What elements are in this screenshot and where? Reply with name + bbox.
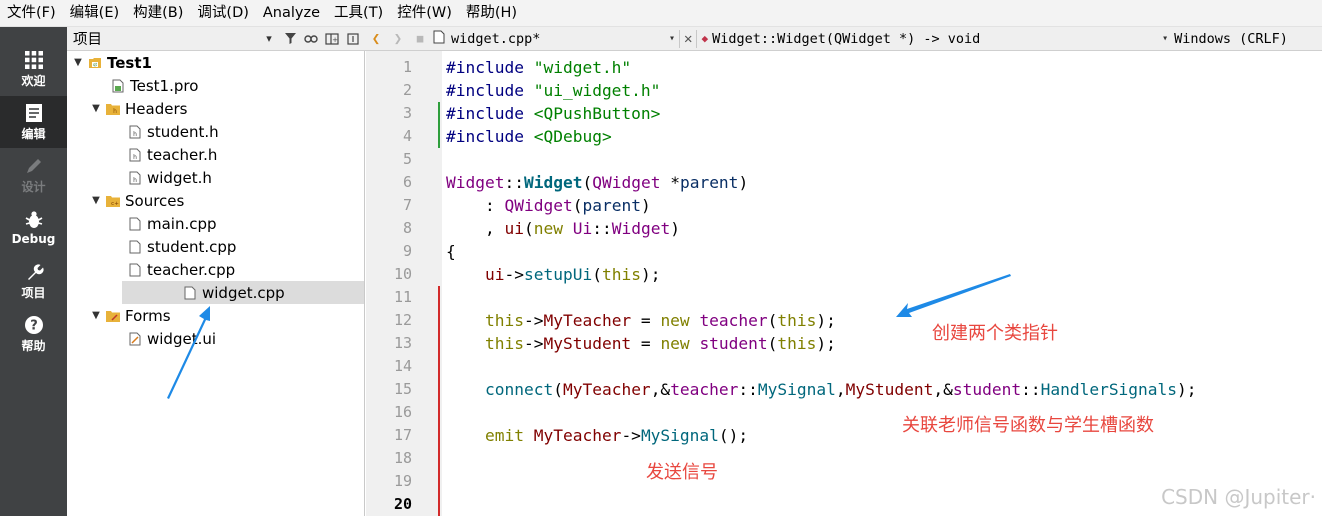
mode-welcome-label: 欢迎 xyxy=(21,73,46,88)
line-number-gutter: 1 2 3 4 5 6 7 8 9 10 11 12 13 14 15 16 1… xyxy=(366,51,796,516)
line-number: 2 xyxy=(402,81,412,99)
mode-help[interactable]: ? 帮助 xyxy=(0,308,67,360)
menu-build[interactable]: 构建(B) xyxy=(126,0,190,27)
pencil-icon xyxy=(26,158,41,173)
menu-analyze[interactable]: Analyze xyxy=(256,0,327,27)
line-number: 15 xyxy=(393,380,412,398)
editor-toolbar: ❮ ❯ ■ widget.cpp* ▾ ✕ ◆ Widget::Widget(Q… xyxy=(365,27,1322,51)
line-number: 12 xyxy=(393,311,412,329)
line-number: 13 xyxy=(393,334,412,352)
svg-text:?: ? xyxy=(30,318,38,333)
menu-bar: 文件(F) 编辑(E) 构建(B) 调试(D) Analyze 工具(T) 控件… xyxy=(0,0,1322,27)
menu-debug[interactable]: 调试(D) xyxy=(190,0,255,27)
project-panel-title[interactable]: 项目 xyxy=(67,28,260,49)
annotation-create-pointers: 创建两个类指针 xyxy=(932,323,1058,344)
mode-help-label: 帮助 xyxy=(21,338,46,353)
line-number: 11 xyxy=(393,288,412,306)
line-number: 16 xyxy=(393,403,412,421)
filter-icon[interactable] xyxy=(281,30,299,48)
close-panel-icon[interactable] xyxy=(344,30,362,48)
svg-text:+: + xyxy=(332,36,338,44)
line-ending-selector[interactable]: Windows (CRLF) xyxy=(1174,31,1288,47)
line-number: 10 xyxy=(393,265,412,283)
project-panel-header: 项目 ▾ + xyxy=(67,27,365,51)
nav-back-icon[interactable]: ❮ xyxy=(365,31,387,47)
mode-selector: 欢迎 编辑 设计 Debug 项目 ? 帮助 xyxy=(0,27,67,516)
line-number: 19 xyxy=(393,472,412,490)
chevron-down-icon[interactable]: ▾ xyxy=(1162,33,1168,44)
line-number: 9 xyxy=(402,242,412,260)
line-number: 3 xyxy=(402,104,412,122)
file-icon xyxy=(433,30,445,48)
line-number: 5 xyxy=(402,150,412,168)
menu-help[interactable]: 帮助(H) xyxy=(459,0,524,27)
line-number: 17 xyxy=(393,426,412,444)
line-number: 14 xyxy=(393,357,412,375)
line-number: 7 xyxy=(402,196,412,214)
mode-projects-label: 项目 xyxy=(21,285,46,300)
annotation-emit: 发送信号 xyxy=(646,462,718,483)
line-number: 6 xyxy=(402,173,412,191)
grid-icon xyxy=(24,50,43,69)
mode-debug[interactable]: Debug xyxy=(0,202,67,254)
mode-projects[interactable]: 项目 xyxy=(0,255,67,307)
nav-forward-icon[interactable]: ❯ xyxy=(387,31,409,47)
symbol-selector[interactable]: Widget::Widget(QWidget *) -> void xyxy=(712,31,1162,47)
mode-edit-label: 编辑 xyxy=(21,126,46,141)
question-icon: ? xyxy=(24,315,43,334)
lock-icon: ■ xyxy=(416,32,424,45)
annotation-connect: 关联老师信号函数与学生槽函数 xyxy=(902,415,1154,436)
mode-debug-label: Debug xyxy=(11,232,56,246)
menu-tools[interactable]: 工具(T) xyxy=(327,0,390,27)
line-number: 18 xyxy=(393,449,412,467)
code-editor[interactable]: #include "widget.h" #include "ui_widget.… xyxy=(442,51,1322,516)
change-marker xyxy=(438,286,440,516)
chevron-down-icon[interactable]: ▾ xyxy=(669,33,675,44)
link-icon[interactable] xyxy=(302,30,320,48)
annotation-arrow xyxy=(167,306,210,399)
panel-dropdown-icon[interactable]: ▾ xyxy=(260,30,278,48)
close-file-icon[interactable]: ✕ xyxy=(684,31,692,47)
document-icon xyxy=(25,103,42,122)
menu-file[interactable]: 文件(F) xyxy=(0,0,63,27)
mode-design-label: 设计 xyxy=(21,179,46,194)
line-number: 1 xyxy=(402,58,412,76)
menu-widgets[interactable]: 控件(W) xyxy=(390,0,459,27)
wrench-icon xyxy=(27,263,44,280)
watermark: CSDN @Jupiter· xyxy=(1161,485,1316,509)
menu-edit[interactable]: 编辑(E) xyxy=(63,0,126,27)
bug-icon xyxy=(25,211,42,228)
split-icon[interactable]: + xyxy=(323,30,341,48)
mode-welcome[interactable]: 欢迎 xyxy=(0,43,67,95)
line-number: 8 xyxy=(402,219,412,237)
line-number-current: 20 xyxy=(393,495,412,513)
line-number: 4 xyxy=(402,127,412,145)
mode-design[interactable]: 设计 xyxy=(0,149,67,201)
change-marker xyxy=(438,102,440,148)
annotation-arrow xyxy=(896,274,1011,317)
mode-edit[interactable]: 编辑 xyxy=(0,96,67,148)
symbol-diamond-icon: ◆ xyxy=(701,32,709,45)
project-tree: ▼ qt Test1 Test1.pro ▼ h Headers h stude… xyxy=(67,51,365,516)
file-tab[interactable]: widget.cpp* xyxy=(451,31,669,47)
